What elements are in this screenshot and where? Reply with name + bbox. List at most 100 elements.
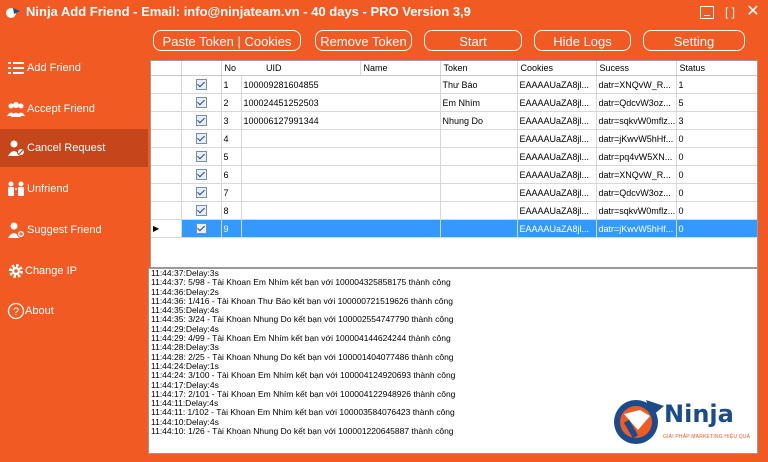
column-header-cookies[interactable]: Cookies: [517, 61, 597, 76]
sidebar-item-suggest-friend[interactable]: Suggest Friend: [0, 211, 148, 249]
row-checkbox-cell[interactable]: [181, 165, 222, 184]
accounts-grid[interactable]: No UID Name Token Cookies Sucess Status 1…: [150, 60, 758, 268]
row-checkbox[interactable]: [195, 169, 207, 181]
column-header-no[interactable]: No UID: [221, 61, 361, 76]
row-checkbox-cell[interactable]: [181, 147, 222, 166]
setting-button[interactable]: Setting: [643, 30, 745, 51]
cell-name[interactable]: [440, 219, 518, 238]
cell-name[interactable]: Thư Báo: [440, 75, 518, 94]
cell-sucess[interactable]: 0: [676, 201, 757, 220]
row-header-cell[interactable]: [151, 183, 182, 202]
row-header-cell[interactable]: [151, 129, 182, 148]
cell-name[interactable]: Em Nhím: [440, 93, 518, 112]
cell-name[interactable]: [440, 165, 518, 184]
table-row[interactable]: 8 EAAAAUaZA8jl... datr=sqkvW0mflz... 0: [151, 201, 757, 220]
column-header-check[interactable]: [181, 61, 222, 76]
cell-cookies[interactable]: datr=QdcvW3oz...: [596, 183, 677, 202]
cell-uid[interactable]: [241, 219, 441, 238]
sidebar-item-unfriend[interactable]: Unfriend: [0, 170, 148, 208]
table-row[interactable]: 3 100006127991344 Nhung Do EAAAAUaZA8jl... d…: [151, 111, 757, 130]
sidebar-item-about[interactable]: ? About: [0, 292, 148, 330]
cell-cookies[interactable]: datr=sqkvW0mflz...: [596, 111, 677, 130]
cell-token[interactable]: EAAAAUaZA8jl...: [517, 183, 597, 202]
cell-cookies[interactable]: datr=XNQvW_R...: [596, 165, 677, 184]
row-header-cell[interactable]: ▶: [151, 219, 182, 238]
cell-cookies[interactable]: datr=sqkvW0mflz...: [596, 201, 677, 220]
maximize-button[interactable]: [ ]: [722, 4, 738, 20]
row-checkbox-cell[interactable]: [181, 201, 222, 220]
cell-no[interactable]: 1: [221, 75, 242, 94]
row-checkbox[interactable]: [195, 97, 207, 109]
paste-token-cookies-button[interactable]: Paste Token | Cookies: [153, 30, 301, 51]
row-checkbox[interactable]: [195, 205, 207, 217]
cell-no[interactable]: 4: [221, 129, 242, 148]
column-header-sucess[interactable]: Sucess: [596, 61, 677, 76]
row-header-cell[interactable]: [151, 93, 182, 112]
column-header-uid-label[interactable]: UID: [236, 63, 282, 73]
cell-cookies[interactable]: datr=pq4vW5XN...: [596, 147, 677, 166]
cell-token[interactable]: EAAAAUaZA8jl...: [517, 75, 597, 94]
sidebar-item-cancel-request[interactable]: Cancel Request: [0, 129, 148, 167]
cell-sucess[interactable]: 3: [676, 111, 757, 130]
cell-no[interactable]: 6: [221, 165, 242, 184]
cell-uid[interactable]: 100006127991344: [241, 111, 441, 130]
column-header-status[interactable]: Status: [676, 61, 757, 76]
cell-uid[interactable]: 100024451252503: [241, 93, 441, 112]
cell-sucess[interactable]: 1: [676, 75, 757, 94]
table-row[interactable]: 1 100009281604855 Thư Báo EAAAAUaZA8jl... da…: [151, 75, 757, 94]
row-checkbox-cell[interactable]: [181, 75, 222, 94]
table-row[interactable]: 6 EAAAAUaZA8jl... datr=XNQvW_R... 0: [151, 165, 757, 184]
cell-cookies[interactable]: datr=jKwvW5hHf...: [596, 219, 677, 238]
cell-uid[interactable]: [241, 201, 441, 220]
row-checkbox[interactable]: [195, 115, 207, 127]
cell-sucess[interactable]: 0: [676, 147, 757, 166]
column-header-token[interactable]: Token: [440, 61, 518, 76]
table-row[interactable]: 7 EAAAAUaZA8jl... datr=QdcvW3oz... 0: [151, 183, 757, 202]
cell-name[interactable]: Nhung Do: [440, 111, 518, 130]
row-checkbox-cell[interactable]: [181, 93, 222, 112]
row-checkbox[interactable]: [195, 151, 207, 163]
cell-uid[interactable]: [241, 183, 441, 202]
table-row[interactable]: 5 EAAAAUaZA8jl... datr=pq4vW5XN... 0: [151, 147, 757, 166]
sidebar-item-add-friend[interactable]: Add Friend: [0, 49, 148, 87]
cell-uid[interactable]: [241, 165, 441, 184]
cell-sucess[interactable]: 0: [676, 129, 757, 148]
cell-name[interactable]: [440, 183, 518, 202]
cell-uid[interactable]: [241, 147, 441, 166]
cell-token[interactable]: EAAAAUaZA8jl...: [517, 201, 597, 220]
remove-token-button[interactable]: Remove Token: [315, 30, 412, 51]
table-row[interactable]: 2 100024451252503 Em Nhím EAAAAUaZA8jl... da…: [151, 93, 757, 112]
cell-token[interactable]: EAAAAUaZA8jl...: [517, 93, 597, 112]
cell-uid[interactable]: 100009281604855: [241, 75, 441, 94]
row-header-cell[interactable]: [151, 75, 182, 94]
cell-token[interactable]: EAAAAUaZA8jl...: [517, 147, 597, 166]
cell-cookies[interactable]: datr=jKwvW5hHf...: [596, 129, 677, 148]
row-checkbox[interactable]: [195, 187, 207, 199]
row-checkbox-cell[interactable]: [181, 129, 222, 148]
row-checkbox-cell[interactable]: [181, 183, 222, 202]
table-row[interactable]: ▶ 9 EAAAAUaZA8jl... datr=jKwvW5hHf... 0: [151, 219, 757, 238]
row-checkbox-cell[interactable]: [181, 111, 222, 130]
cell-sucess[interactable]: 5: [676, 93, 757, 112]
row-header-cell[interactable]: [151, 111, 182, 130]
cell-sucess[interactable]: 0: [676, 183, 757, 202]
cell-cookies[interactable]: datr=QdcvW3oz...: [596, 93, 677, 112]
cell-token[interactable]: EAAAAUaZA8jl...: [517, 129, 597, 148]
table-row[interactable]: 4 EAAAAUaZA8jl... datr=jKwvW5hHf... 0: [151, 129, 757, 148]
minimize-button[interactable]: [700, 6, 714, 19]
row-checkbox[interactable]: [195, 133, 207, 145]
cell-no[interactable]: 5: [221, 147, 242, 166]
cell-token[interactable]: EAAAAUaZA8jl...: [517, 165, 597, 184]
cell-name[interactable]: [440, 129, 518, 148]
cell-no[interactable]: 7: [221, 183, 242, 202]
cell-token[interactable]: EAAAAUaZA8jl...: [517, 111, 597, 130]
cell-no[interactable]: 3: [221, 111, 242, 130]
sidebar-item-change-ip[interactable]: Change IP: [0, 252, 148, 290]
start-button[interactable]: Start: [424, 30, 522, 51]
column-header-name[interactable]: Name: [360, 61, 441, 76]
row-checkbox[interactable]: [195, 223, 207, 235]
cell-no[interactable]: 8: [221, 201, 242, 220]
cell-no[interactable]: 9: [221, 219, 242, 238]
cell-token[interactable]: EAAAAUaZA8jl...: [517, 219, 597, 238]
sidebar-item-accept-friend[interactable]: Accept Friend: [0, 90, 148, 128]
